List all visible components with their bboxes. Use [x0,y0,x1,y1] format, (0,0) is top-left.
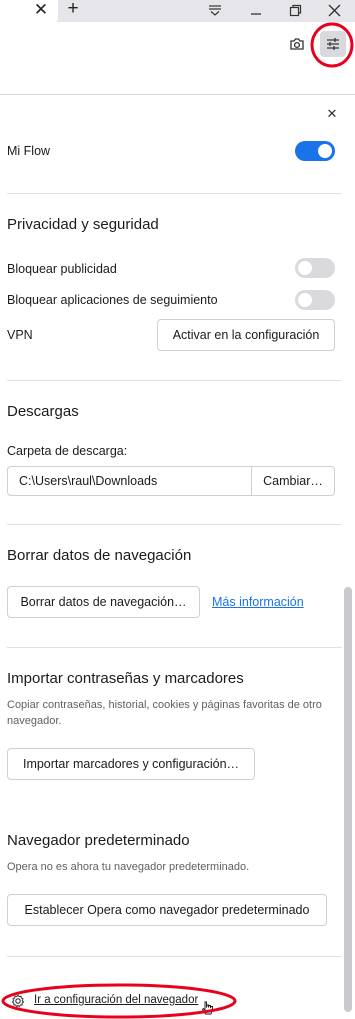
download-folder-field: C:\Users\raul\Downloads Cambiar… [7,466,335,496]
new-tab-plus-icon[interactable]: + [62,0,84,19]
sliders-icon[interactable] [320,31,346,57]
minimize-icon[interactable] [241,0,271,20]
change-folder-button[interactable]: Cambiar… [252,467,334,495]
vpn-activate-button[interactable]: Activar en la configuración [157,319,335,351]
set-default-browser-button[interactable]: Establecer Opera como navegador predeter… [7,894,327,926]
default-browser-description: Opera no es ahora tu navegador predeterm… [7,861,250,873]
divider [7,193,342,194]
block-trackers-label: Bloquear aplicaciones de seguimiento [7,293,218,307]
import-description: Copiar contraseñas, historial, cookies y… [7,699,322,727]
vpn-label: VPN [7,328,33,342]
panel-top-divider [0,94,355,95]
divider [7,647,342,648]
panel-close-icon[interactable]: ✕ [322,104,342,124]
download-folder-label: Carpeta de descarga: [7,444,128,458]
divider [7,956,342,957]
my-flow-toggle[interactable] [295,141,335,161]
clear-data-section-title: Borrar datos de navegación [7,547,192,564]
scrollbar-thumb[interactable] [344,587,352,1012]
toggle-knob [298,293,312,307]
browser-tab[interactable]: ✕ [0,0,58,22]
clear-data-button[interactable]: Borrar datos de navegación… [7,586,200,618]
downloads-section-title: Descargas [7,403,79,420]
divider [7,524,342,525]
download-folder-path: C:\Users\raul\Downloads [19,474,158,488]
privacy-section-title: Privacidad y seguridad [7,216,159,233]
window-close-icon[interactable] [319,0,349,20]
more-info-link[interactable]: Más información [212,595,304,609]
block-ads-label: Bloquear publicidad [7,262,117,276]
hand-cursor-icon [202,1001,213,1015]
toggle-knob [318,144,332,158]
camera-icon[interactable] [284,31,310,57]
restore-icon[interactable] [280,0,310,20]
browser-toolbar [0,22,355,72]
toggle-knob [298,261,312,275]
browser-settings-link[interactable]: Ir a configuración del navegador [34,994,198,1006]
tab-close-icon[interactable]: ✕ [30,0,52,20]
title-bar: ✕ + [0,0,355,22]
default-browser-section-title: Navegador predeterminado [7,832,190,849]
tab-menu-icon[interactable] [200,0,230,20]
import-section-title: Importar contraseñas y marcadores [7,670,244,687]
gear-icon [11,994,25,1008]
block-ads-toggle[interactable] [295,258,335,278]
block-trackers-toggle[interactable] [295,290,335,310]
divider [7,380,342,381]
my-flow-label: Mi Flow [7,144,51,158]
import-bookmarks-button[interactable]: Importar marcadores y configuración… [7,748,255,780]
